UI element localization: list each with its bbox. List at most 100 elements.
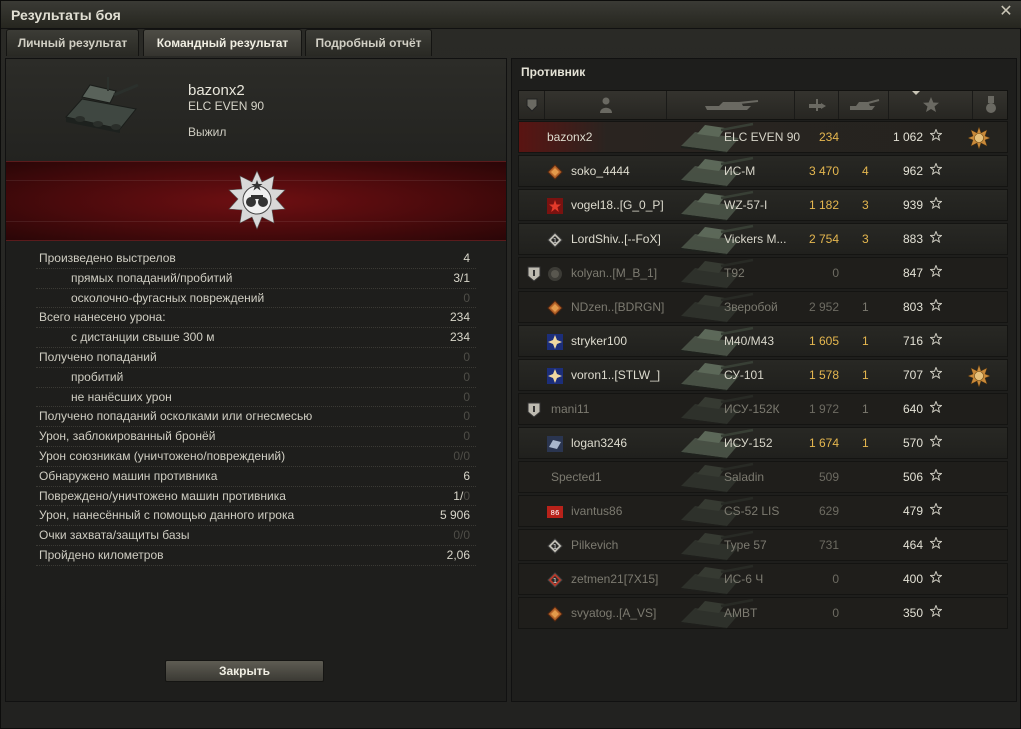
stat-label: Урон, нанесённый с помощью данного игрок… [39,508,295,523]
tab-detailed-report[interactable]: Подробный отчёт [305,29,432,56]
damage-value: 0 [832,606,839,620]
table-row[interactable]: 1 zetmen21[7X15] ИС-6 Ч 0 400 [518,563,1008,595]
table-row[interactable]: vogel18..[G_0_P] WZ-57-I 1 182 3 939 [518,189,1008,221]
stat-row: осколочно-фугасных повреждений 0 [36,289,476,309]
xp-value: 464 [902,538,923,552]
table-row[interactable]: stryker100 M40/M43 1 605 1 716 [518,325,1008,357]
stat-label: Получено попаданий осколками или огнесме… [39,409,313,424]
star-icon [930,435,942,447]
destroyed-tank-icon [849,99,879,110]
player-name[interactable]: voron1..[STLW_] [571,368,660,382]
player-name[interactable]: Pilkevich [571,538,618,552]
player-name[interactable]: mani11 [551,402,589,416]
star-icon [930,503,942,515]
player-name[interactable]: bazonx2 [547,130,592,144]
stat-label: осколочно-фугасных повреждений [71,290,265,305]
damage-value: 1 674 [808,436,839,450]
player-name[interactable]: stryker100 [571,334,627,348]
table-row[interactable]: voron1..[STLW_] СУ-101 1 578 1 707 [518,359,1008,391]
stat-value-part: 1/ [453,488,464,503]
stat-row: Урон союзникам (уничтожено/повреждений) 0… [36,447,476,467]
svg-text:1: 1 [553,237,557,245]
stat-value: 0 [463,389,470,404]
table-row[interactable]: NDzen..[BDRGN] Зверобой 2 952 1 803 [518,291,1008,323]
table-row[interactable]: 86 ivantus86 CS-52 LIS 629 479 [518,495,1008,527]
stat-row: Всего нанесено урона: 234 [36,308,476,329]
close-button[interactable]: Закрыть [165,660,324,682]
achievement-medal-icon[interactable] [967,364,991,388]
damage-value: 629 [818,504,839,518]
kills-value: 1 [862,436,869,450]
table-row[interactable]: bazonx2 ELC EVEN 90 234 1 062 [518,121,1008,153]
star-icon [930,231,942,243]
damage-value: 2 754 [808,232,839,246]
stat-label: не нанёсших урон [71,389,172,404]
kills-value: 1 [862,368,869,382]
vehicle-name: СУ-101 [724,368,764,382]
xp-value: 803 [902,300,923,314]
kills-value: 3 [862,198,869,212]
col-medals[interactable] [973,91,1009,119]
achievement-medal-icon[interactable] [967,126,991,150]
stat-label: Всего нанесено урона: [39,310,166,325]
player-name[interactable]: NDzen..[BDRGN] [571,300,664,314]
title-bar: Результаты боя ✕ [1,1,1021,29]
tank-silhouette-icon [704,100,758,110]
tab-personal-result[interactable]: Личный результат [6,29,139,56]
achievement-medal-icon[interactable] [224,168,290,234]
xp-value: 570 [902,436,923,450]
player-name[interactable]: Spected1 [551,470,602,484]
xp-value: 1 062 [892,130,923,144]
vehicle-name: Vickers M... [724,232,787,246]
table-row[interactable]: soko_4444 ИС-М 3 470 4 962 [518,155,1008,187]
close-icon[interactable]: ✕ [998,4,1014,20]
stat-row: не нанёсших урон 0 [36,388,476,408]
damage-value: 234 [818,130,839,144]
player-name[interactable]: zetmen21[7X15] [571,572,658,586]
sort-arrow-icon [912,91,920,95]
col-player[interactable] [545,91,667,119]
stat-value: 0 [463,409,470,424]
vehicle-thumbnail-icon [681,258,754,289]
col-squad[interactable] [519,91,545,119]
player-name[interactable]: kolyan..[M_B_1] [571,266,657,280]
table-row[interactable]: 1 LordShiv..[--FoX] Vickers M... 2 754 3 883 [518,223,1008,255]
player-name[interactable]: vogel18..[G_0_P] [571,198,664,212]
damage-value: 0 [832,572,839,586]
player-name[interactable]: logan3246 [571,436,627,450]
star-icon [930,197,942,209]
table-row[interactable]: 1 Pilkevich Type 57 731 464 [518,529,1008,561]
stat-value-part: 0 [463,488,470,503]
damage-value: 1 578 [808,368,839,382]
svg-text:86: 86 [551,509,560,517]
table-row[interactable]: kolyan..[M_B_1] T92 0 847 [518,257,1008,289]
player-name[interactable]: soko_4444 [571,164,630,178]
stat-row: Обнаружено машин противника 6 [36,467,476,487]
xp-value: 883 [902,232,923,246]
medal-icon [986,96,996,113]
stat-label: Повреждено/уничтожено машин противника [39,488,286,503]
col-damage[interactable] [795,91,839,119]
vehicle-name: M40/M43 [724,334,775,348]
svg-text:1: 1 [553,577,557,585]
player-name[interactable]: ivantus86 [571,504,622,518]
player-name[interactable]: svyatog..[A_VS] [571,606,656,620]
table-row[interactable]: svyatog..[A_VS] AMBT 0 350 [518,597,1008,629]
vehicle-name: AMBT [724,606,758,620]
stat-label: Очки захвата/защиты базы [39,528,190,543]
stat-row: Урон, заблокированный бронёй 0 [36,427,476,447]
player-name[interactable]: LordShiv..[--FoX] [571,232,661,246]
table-row[interactable]: logan3246 ИСУ-152 1 674 1 570 [518,427,1008,459]
vehicle-name: ELC EVEN 90 [724,130,801,144]
tab-team-result[interactable]: Командный результат [143,29,302,56]
platoon-badge-icon [527,266,541,282]
table-row[interactable]: mani11 ИСУ-152К 1 972 1 640 [518,393,1008,425]
xp-value: 962 [902,164,923,178]
table-row[interactable]: Spected1 Saladin 509 506 [518,461,1008,493]
col-vehicle[interactable] [667,91,795,119]
col-kills[interactable] [839,91,889,119]
platoon-badge-icon [527,402,541,418]
col-xp[interactable] [889,91,973,119]
emblem-blue-icon [547,368,563,384]
stat-value: 5 906 [439,508,470,523]
